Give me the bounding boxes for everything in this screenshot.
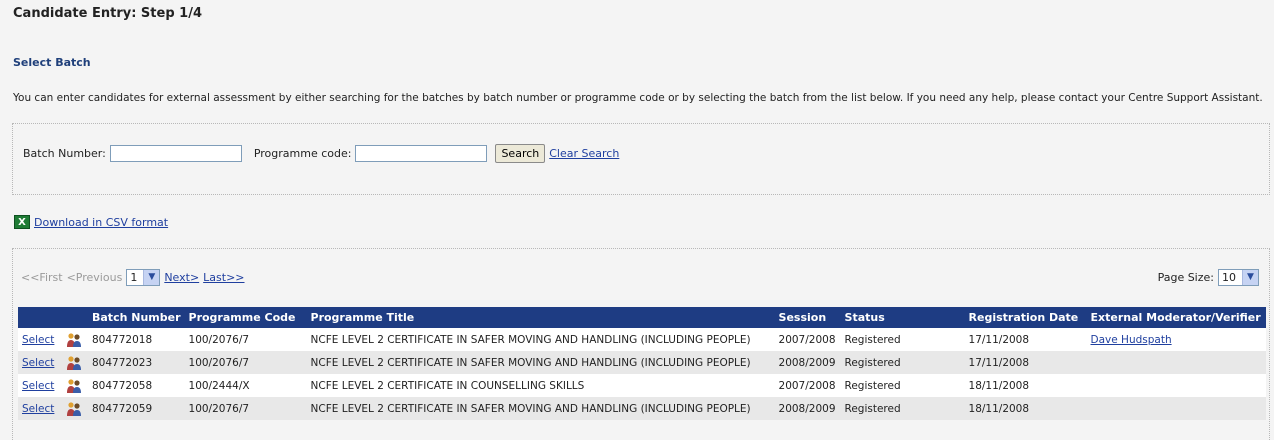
batch-number-cell: 804772018	[88, 328, 185, 351]
search-panel: Batch Number: Programme code: Search Cle…	[12, 123, 1270, 195]
registration-date-cell: 17/11/2008	[964, 328, 1087, 351]
clear-search-link[interactable]: Clear Search	[549, 147, 619, 160]
programme-code-cell: 100/2444/X	[184, 374, 307, 397]
pager-last[interactable]: Last>>	[203, 271, 244, 284]
download-csv-link[interactable]: Download in CSV format	[34, 216, 168, 229]
programme-code-cell: 100/2076/7	[184, 351, 307, 374]
page-select-value: 1	[130, 271, 138, 284]
batch-number-cell: 804772059	[88, 397, 185, 420]
col-status[interactable]: Status	[840, 307, 965, 328]
programme-code-cell: 100/2076/7	[184, 397, 307, 420]
programme-title-cell: NCFE LEVEL 2 CERTIFICATE IN COUNSELLING …	[306, 374, 775, 397]
col-programme-title[interactable]: Programme Title	[306, 307, 775, 328]
page-size-label: Page Size:	[1157, 271, 1214, 284]
session-cell: 2007/2008	[774, 374, 841, 397]
pager-previous: <Previous	[66, 271, 123, 284]
table-row: Select 804772058 100/2444/X NCFE LEVEL 2…	[18, 374, 1266, 397]
select-link[interactable]: Select	[22, 357, 54, 369]
status-cell: Registered	[840, 397, 965, 420]
status-cell: Registered	[840, 351, 965, 374]
page-select[interactable]: 1 ▼	[126, 269, 161, 286]
page-title: Candidate Entry: Step 1/4	[13, 6, 202, 21]
select-link[interactable]: Select	[22, 334, 54, 346]
page-size-select[interactable]: 10 ▼	[1218, 269, 1259, 286]
chevron-down-icon[interactable]: ▼	[1242, 270, 1258, 285]
col-batch-number[interactable]: Batch Number	[88, 307, 185, 328]
people-icon[interactable]	[66, 355, 82, 371]
batch-grid-panel: <<First <Previous 1 ▼ Next> Last>> Page …	[12, 248, 1270, 440]
session-cell: 2008/2009	[774, 397, 841, 420]
moderator-link[interactable]: Dave Hudspath	[1091, 334, 1172, 346]
batch-number-cell: 804772023	[88, 351, 185, 374]
status-cell: Registered	[840, 328, 965, 351]
col-registration-date[interactable]: Registration Date	[964, 307, 1087, 328]
table-row: Select 804772018 100/2076/7 NCFE LEVEL 2…	[18, 328, 1266, 351]
pager-next[interactable]: Next>	[164, 271, 199, 284]
batch-number-input[interactable]	[109, 145, 242, 162]
page-size: Page Size: 10 ▼	[1158, 269, 1259, 286]
col-external-moderator[interactable]: External Moderator/Verifier	[1086, 307, 1266, 328]
search-row: Batch Number: Programme code: Search Cle…	[23, 144, 619, 163]
chevron-down-icon[interactable]: ▼	[143, 270, 160, 285]
table-row: Select 804772059 100/2076/7 NCFE LEVEL 2…	[18, 397, 1266, 420]
people-icon[interactable]	[66, 378, 82, 394]
programme-code-cell: 100/2076/7	[184, 328, 307, 351]
registration-date-cell: 18/11/2008	[964, 374, 1087, 397]
excel-icon[interactable]: X	[14, 215, 30, 229]
section-title: Select Batch	[13, 56, 91, 69]
select-link[interactable]: Select	[22, 403, 54, 415]
batch-number-cell: 804772058	[88, 374, 185, 397]
status-cell: Registered	[840, 374, 965, 397]
programme-title-cell: NCFE LEVEL 2 CERTIFICATE IN SAFER MOVING…	[306, 397, 775, 420]
download-csv[interactable]: X Download in CSV format	[14, 215, 168, 229]
batch-table: Batch Number Programme Code Programme Ti…	[18, 307, 1266, 420]
col-select	[18, 307, 62, 328]
registration-date-cell: 18/11/2008	[964, 397, 1087, 420]
programme-title-cell: NCFE LEVEL 2 CERTIFICATE IN SAFER MOVING…	[306, 351, 775, 374]
session-cell: 2007/2008	[774, 328, 841, 351]
pager-first: <<First	[21, 271, 63, 284]
batch-number-label: Batch Number:	[23, 147, 106, 160]
people-icon[interactable]	[66, 401, 82, 417]
registration-date-cell: 17/11/2008	[964, 351, 1087, 374]
session-cell: 2008/2009	[774, 351, 841, 374]
col-programme-code[interactable]: Programme Code	[184, 307, 307, 328]
col-icon	[62, 307, 88, 328]
table-header-row: Batch Number Programme Code Programme Ti…	[18, 307, 1266, 328]
people-icon[interactable]	[66, 332, 82, 348]
page-size-value: 10	[1222, 271, 1236, 284]
select-link[interactable]: Select	[22, 380, 54, 392]
programme-code-label: Programme code:	[253, 147, 352, 160]
pager: <<First <Previous 1 ▼ Next> Last>>	[21, 269, 245, 286]
candidate-entry-page: Candidate Entry: Step 1/4 Select Batch Y…	[0, 0, 1274, 440]
programme-code-input[interactable]	[355, 145, 488, 162]
table-row: Select 804772023 100/2076/7 NCFE LEVEL 2…	[18, 351, 1266, 374]
intro-text: You can enter candidates for external as…	[13, 92, 1263, 104]
col-session[interactable]: Session	[774, 307, 841, 328]
programme-title-cell: NCFE LEVEL 2 CERTIFICATE IN SAFER MOVING…	[306, 328, 775, 351]
search-button[interactable]: Search	[495, 144, 546, 163]
